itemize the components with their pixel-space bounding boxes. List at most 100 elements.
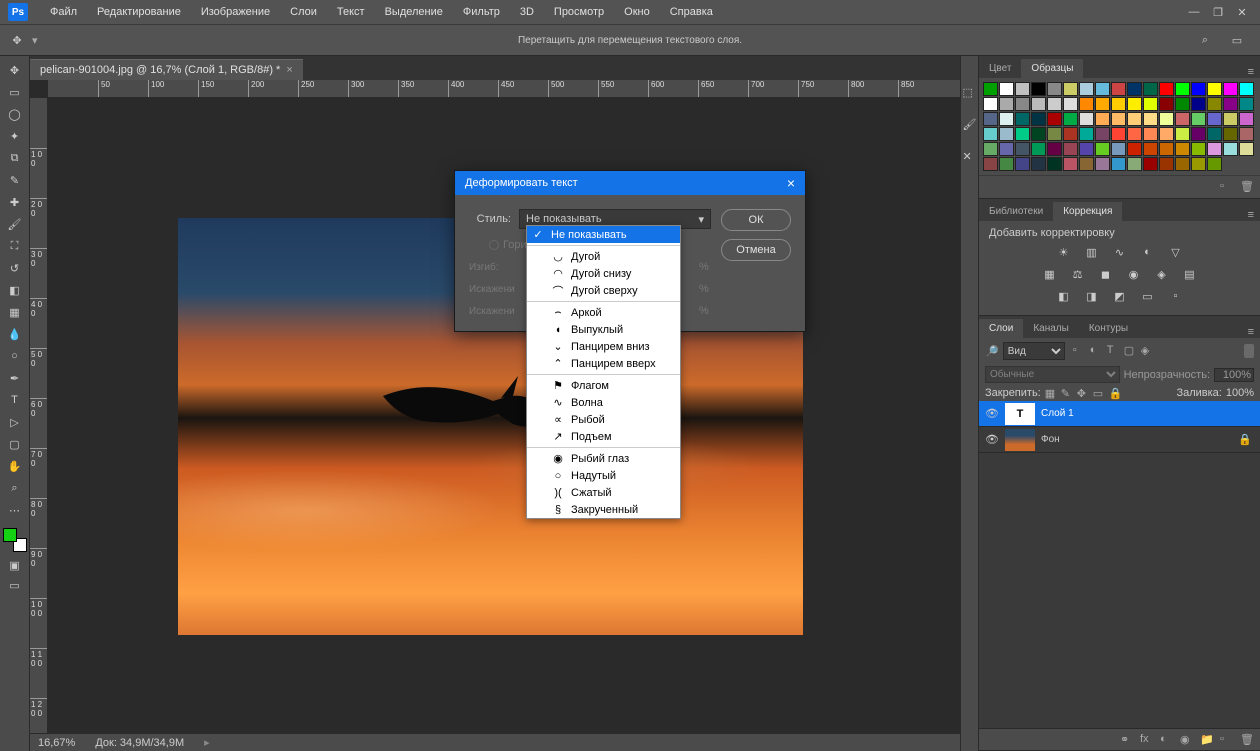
- swatch[interactable]: [983, 157, 998, 171]
- swatch[interactable]: [1175, 97, 1190, 111]
- filter-icon[interactable]: 🔎: [985, 345, 999, 358]
- swatch[interactable]: [1031, 97, 1046, 111]
- tab-libraries[interactable]: Библиотеки: [979, 202, 1053, 221]
- lookup-icon[interactable]: ▤: [1181, 265, 1199, 283]
- swatch[interactable]: [1031, 127, 1046, 141]
- filter-shape-icon[interactable]: ▢: [1124, 344, 1138, 358]
- tab-color[interactable]: Цвет: [979, 59, 1021, 78]
- menu-view[interactable]: Просмотр: [544, 6, 614, 18]
- fill-value[interactable]: 100%: [1226, 387, 1254, 399]
- swatch[interactable]: [1143, 142, 1158, 156]
- dropdown-item[interactable]: ⚑Флагом: [527, 377, 680, 394]
- exposure-icon[interactable]: ◐: [1139, 243, 1157, 261]
- lock-artboard-icon[interactable]: ▭: [1093, 387, 1105, 399]
- filter-text-icon[interactable]: T: [1107, 344, 1121, 358]
- menu-window[interactable]: Окно: [614, 6, 660, 18]
- swatch[interactable]: [1063, 157, 1078, 171]
- swatch[interactable]: [1079, 127, 1094, 141]
- swatch[interactable]: [1095, 97, 1110, 111]
- menu-3d[interactable]: 3D: [510, 6, 544, 18]
- tab-corrections[interactable]: Коррекция: [1053, 202, 1122, 221]
- swatch[interactable]: [1191, 112, 1206, 126]
- swatch[interactable]: [999, 142, 1014, 156]
- dropdown-item[interactable]: ◉Рыбий глаз: [527, 450, 680, 467]
- swatch[interactable]: [1191, 97, 1206, 111]
- eraser-tool[interactable]: ◧: [3, 280, 27, 300]
- screenmode-toggle[interactable]: ▭: [5, 578, 25, 592]
- blend-mode-select[interactable]: Обычные: [985, 366, 1120, 383]
- swatch[interactable]: [1207, 142, 1222, 156]
- swatch[interactable]: [1191, 82, 1206, 96]
- dodge-tool[interactable]: ○: [3, 346, 27, 366]
- dropdown-item[interactable]: ⌄Панцирем вниз: [527, 338, 680, 355]
- swatch[interactable]: [1159, 112, 1174, 126]
- delete-layer-icon[interactable]: 🗑: [1240, 733, 1254, 747]
- swatch[interactable]: [1111, 82, 1126, 96]
- swatch[interactable]: [999, 112, 1014, 126]
- swatch[interactable]: [1239, 142, 1254, 156]
- swatch[interactable]: [1159, 142, 1174, 156]
- swatch[interactable]: [1079, 112, 1094, 126]
- dropdown-item[interactable]: ◠Дугой снизу: [527, 265, 680, 282]
- swatch[interactable]: [1031, 157, 1046, 171]
- lasso-tool[interactable]: ◯: [3, 104, 27, 124]
- swatch[interactable]: [1223, 82, 1238, 96]
- shape-tool[interactable]: ▢: [3, 434, 27, 454]
- ok-button[interactable]: ОК: [721, 209, 791, 231]
- posterize-icon[interactable]: ◨: [1083, 287, 1101, 305]
- swatch[interactable]: [1111, 112, 1126, 126]
- swatch[interactable]: [1079, 157, 1094, 171]
- swatch[interactable]: [1239, 97, 1254, 111]
- swatch[interactable]: [1223, 142, 1238, 156]
- swatch[interactable]: [1095, 142, 1110, 156]
- tab-layers[interactable]: Слои: [979, 319, 1023, 338]
- swatch[interactable]: [1127, 157, 1142, 171]
- zoom-value[interactable]: 16,67%: [38, 737, 75, 749]
- menu-filter[interactable]: Фильтр: [453, 6, 510, 18]
- dropdown-item[interactable]: ◡Дугой: [527, 248, 680, 265]
- bw-icon[interactable]: ◼: [1097, 265, 1115, 283]
- swatch[interactable]: [999, 127, 1014, 141]
- swatch[interactable]: [1159, 127, 1174, 141]
- brush-panel-icon[interactable]: 🖌: [963, 118, 977, 132]
- type-tool[interactable]: T: [3, 390, 27, 410]
- dropdown-item-none[interactable]: ✓ Не показывать: [527, 226, 680, 243]
- dropdown-item[interactable]: ⌢Аркой: [527, 304, 680, 321]
- path-select-tool[interactable]: ▷: [3, 412, 27, 432]
- swatch[interactable]: [1095, 82, 1110, 96]
- invert-icon[interactable]: ◧: [1055, 287, 1073, 305]
- swatch[interactable]: [983, 97, 998, 111]
- crop-tool[interactable]: ⧉: [3, 148, 27, 168]
- swatch[interactable]: [1175, 112, 1190, 126]
- swatch[interactable]: [1223, 127, 1238, 141]
- swatch[interactable]: [1063, 82, 1078, 96]
- dropdown-item[interactable]: )( Сжатый: [527, 484, 680, 501]
- swatch[interactable]: [1175, 142, 1190, 156]
- swatch[interactable]: [1063, 127, 1078, 141]
- pen-tool[interactable]: ✒: [3, 368, 27, 388]
- properties-panel-icon[interactable]: ✕: [963, 150, 977, 164]
- filter-smart-icon[interactable]: ◈: [1141, 344, 1155, 358]
- lock-pixels-icon[interactable]: ▦: [1045, 387, 1057, 399]
- swatch[interactable]: [1207, 97, 1222, 111]
- visibility-icon[interactable]: 👁: [979, 433, 1005, 446]
- swatch[interactable]: [1111, 142, 1126, 156]
- swatch[interactable]: [1111, 127, 1126, 141]
- swatch[interactable]: [1079, 142, 1094, 156]
- filter-adjust-icon[interactable]: ◐: [1090, 344, 1104, 358]
- swatch[interactable]: [1111, 97, 1126, 111]
- layer-row[interactable]: 👁 T Слой 1: [979, 401, 1260, 427]
- layer-filter-kind[interactable]: Вид: [1003, 342, 1065, 360]
- swatch[interactable]: [1047, 142, 1062, 156]
- move-tool[interactable]: ✥: [3, 60, 27, 80]
- stamp-tool[interactable]: ⛶: [3, 236, 27, 256]
- edit-toolbar[interactable]: ⋯: [3, 500, 27, 520]
- visibility-icon[interactable]: 👁: [979, 407, 1005, 420]
- new-layer-icon[interactable]: ▫: [1220, 733, 1234, 747]
- close-icon[interactable]: ×: [286, 64, 292, 76]
- menu-file[interactable]: Файл: [40, 6, 87, 18]
- magic-wand-tool[interactable]: ✦: [3, 126, 27, 146]
- healing-tool[interactable]: ✚: [3, 192, 27, 212]
- swatch[interactable]: [1047, 97, 1062, 111]
- levels-icon[interactable]: ▥: [1083, 243, 1101, 261]
